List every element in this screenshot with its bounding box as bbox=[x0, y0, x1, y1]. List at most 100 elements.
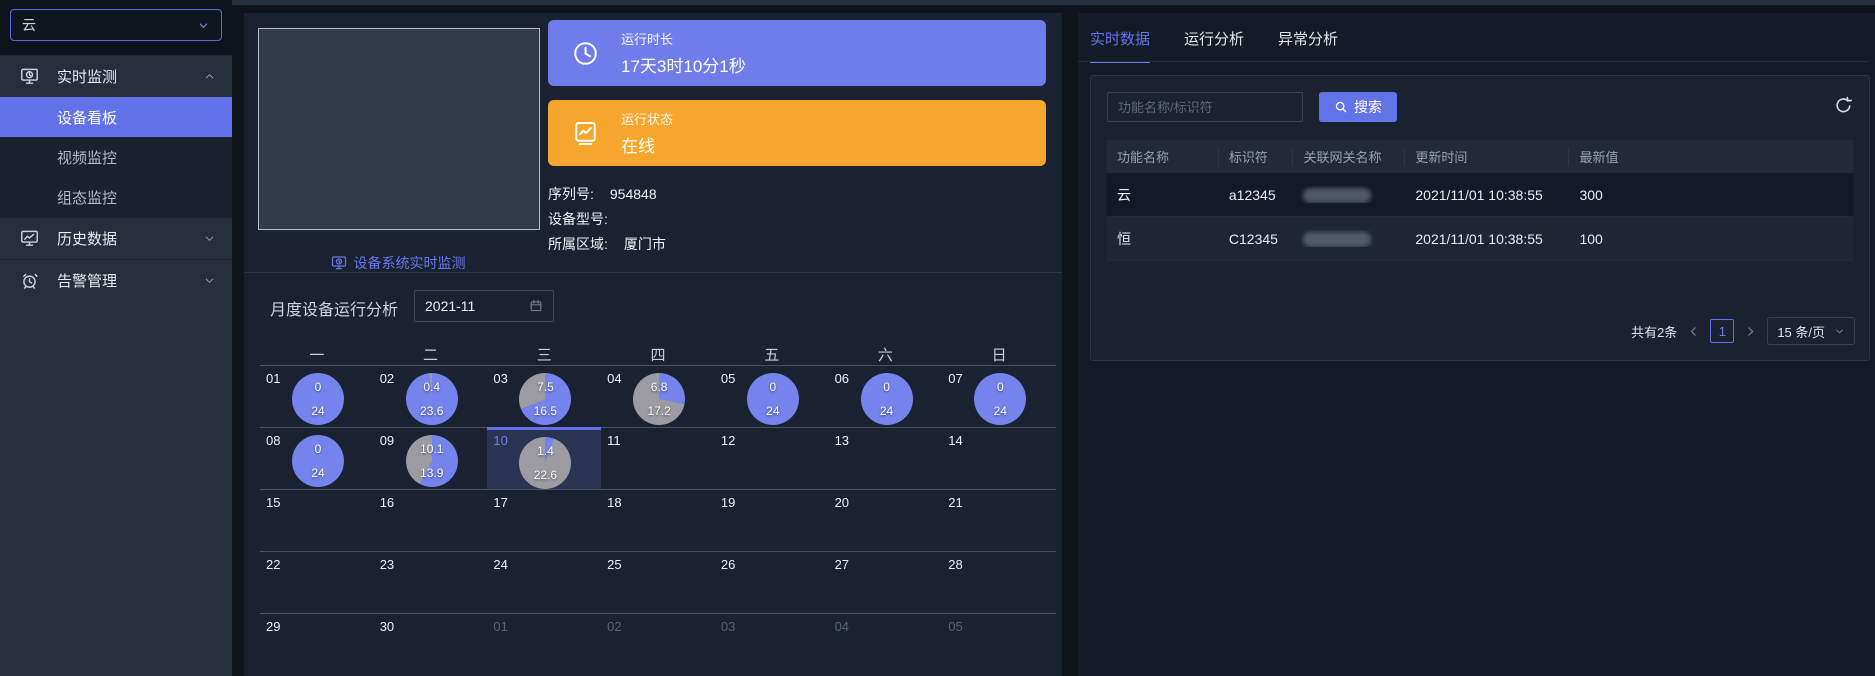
calendar-day-cell[interactable]: 15 bbox=[260, 489, 374, 551]
device-select[interactable]: 云 bbox=[10, 9, 222, 41]
calendar-day-cell[interactable]: 25 bbox=[601, 551, 715, 613]
calendar-day-cell[interactable]: 05024 bbox=[715, 365, 829, 427]
day-runtime-pie: 10.113.9 bbox=[406, 435, 458, 487]
table-row[interactable]: 云a123452021/11/01 10:38:55300 bbox=[1107, 173, 1853, 217]
refresh-icon[interactable] bbox=[1834, 96, 1853, 115]
cell-latest-value: 100 bbox=[1569, 231, 1853, 247]
pie-bottom-value: 23.6 bbox=[406, 393, 458, 417]
day-number: 28 bbox=[948, 557, 962, 572]
column-header: 最新值 bbox=[1569, 148, 1853, 166]
day-runtime-pie: 024 bbox=[747, 373, 799, 425]
calendar-day-cell[interactable]: 03 7.516.5 bbox=[487, 365, 601, 427]
calendar-day-cell[interactable]: 11 bbox=[601, 427, 715, 489]
pie-bottom-value: 16.5 bbox=[519, 393, 571, 417]
calendar-day-cell[interactable]: 21 bbox=[942, 489, 1056, 551]
weekday-label: 二 bbox=[374, 344, 488, 365]
chevron-up-icon bbox=[203, 70, 216, 83]
sidebar-menu: 实时监测设备看板视频监控组态监控历史数据告警管理 bbox=[0, 55, 232, 301]
tab-operation-analysis[interactable]: 运行分析 bbox=[1184, 28, 1244, 63]
calendar-day-cell[interactable]: 13 bbox=[829, 427, 943, 489]
device-info: 序列号:954848设备型号:所属区域:厦门市 bbox=[548, 181, 666, 256]
calendar-day-cell[interactable]: 01024 bbox=[260, 365, 374, 427]
day-number: 03 bbox=[493, 371, 507, 386]
page-size-select[interactable]: 15 条/页 bbox=[1767, 317, 1855, 345]
calendar-day-cell[interactable]: 22 bbox=[260, 551, 374, 613]
tab-anomaly-analysis[interactable]: 异常分析 bbox=[1278, 28, 1338, 63]
calendar-day-cell[interactable]: 24 bbox=[487, 551, 601, 613]
info-line-device-model: 设备型号: bbox=[548, 206, 666, 231]
pie-top-value: 0 bbox=[292, 373, 344, 393]
calendar-day-cell[interactable]: 29 bbox=[260, 613, 374, 675]
day-runtime-pie: 0.423.6 bbox=[406, 373, 458, 425]
monitor-clock-icon bbox=[20, 67, 39, 86]
calendar-day-cell[interactable]: 16 bbox=[374, 489, 488, 551]
sidebar-subitem-video-monitoring[interactable]: 视频监控 bbox=[0, 137, 232, 177]
sidebar-item-history-data[interactable]: 历史数据 bbox=[0, 217, 232, 259]
sidebar-item-label: 实时监测 bbox=[57, 66, 203, 87]
pie-bottom-value: 24 bbox=[292, 393, 344, 417]
calendar-day-cell[interactable]: 020.423.6 bbox=[374, 365, 488, 427]
calendar-day-cell[interactable]: 28 bbox=[942, 551, 1056, 613]
page-number[interactable]: 1 bbox=[1710, 319, 1734, 343]
calendar-day-cell[interactable]: 02 bbox=[601, 613, 715, 675]
calendar-day-cell[interactable]: 04 bbox=[829, 613, 943, 675]
calendar-day-cell[interactable]: 06024 bbox=[829, 365, 943, 427]
month-picker[interactable]: 2021-11 bbox=[414, 290, 554, 322]
day-runtime-pie: 7.516.5 bbox=[519, 373, 571, 425]
day-runtime-pie: 6.817.2 bbox=[633, 373, 685, 425]
calendar-day-cell[interactable]: 05 bbox=[942, 613, 1056, 675]
calendar-day-cell[interactable]: 01 bbox=[487, 613, 601, 675]
calendar-day-cell[interactable]: 26 bbox=[715, 551, 829, 613]
calendar-day-cell[interactable]: 30 bbox=[374, 613, 488, 675]
search-button-label: 搜索 bbox=[1354, 97, 1382, 117]
sidebar-subitem-scada-monitoring[interactable]: 组态监控 bbox=[0, 177, 232, 217]
status-text: 运行状态 在线 bbox=[621, 109, 673, 157]
sidebar-item-alarm-management[interactable]: 告警管理 bbox=[0, 259, 232, 301]
pie-bottom-value: 24 bbox=[861, 393, 913, 417]
day-number: 20 bbox=[835, 495, 849, 510]
calendar-day-cell[interactable]: 23 bbox=[374, 551, 488, 613]
calendar-day-cell[interactable]: 046.817.2 bbox=[601, 365, 715, 427]
calendar-day-cell[interactable]: 101.422.6 bbox=[487, 427, 601, 489]
tab-divider bbox=[1078, 61, 1869, 62]
calendar-day-cell[interactable]: 0910.113.9 bbox=[374, 427, 488, 489]
cell-latest-value: 300 bbox=[1569, 187, 1853, 203]
sidebar-item-realtime-monitoring[interactable]: 实时监测 bbox=[0, 55, 232, 97]
day-number: 17 bbox=[493, 495, 507, 510]
calendar-day-cell[interactable]: 27 bbox=[829, 551, 943, 613]
status-label: 运行状态 bbox=[621, 109, 673, 128]
device-system-monitor-link[interactable]: 设备系统实时监测 bbox=[258, 253, 538, 273]
search-button[interactable]: 搜索 bbox=[1319, 92, 1397, 122]
calendar-day-cell[interactable]: 08024 bbox=[260, 427, 374, 489]
calendar-day-cell[interactable]: 19 bbox=[715, 489, 829, 551]
column-header: 更新时间 bbox=[1405, 148, 1569, 166]
calendar-day-cell[interactable]: 07024 bbox=[942, 365, 1056, 427]
calendar-day-cell[interactable]: 20 bbox=[829, 489, 943, 551]
prev-page-icon[interactable] bbox=[1687, 325, 1700, 338]
next-page-icon[interactable] bbox=[1744, 325, 1757, 338]
pie-bottom-value: 24 bbox=[974, 393, 1026, 417]
info-line-region: 所属区域: 厦门市 bbox=[548, 231, 666, 256]
day-number: 21 bbox=[948, 495, 962, 510]
calendar-day-cell[interactable]: 18 bbox=[601, 489, 715, 551]
cell-identifier: C12345 bbox=[1219, 231, 1294, 247]
cell-function-name: 恒 bbox=[1107, 229, 1219, 249]
region-label: 所属区域: bbox=[548, 234, 608, 254]
calendar-day-cell[interactable]: 14 bbox=[942, 427, 1056, 489]
calendar-day-cell[interactable]: 17 bbox=[487, 489, 601, 551]
region-value: 厦门市 bbox=[624, 234, 666, 254]
table-row[interactable]: 恒C123452021/11/01 10:38:55100 bbox=[1107, 217, 1853, 261]
day-number: 22 bbox=[266, 557, 280, 572]
sidebar-subitem-device-board[interactable]: 设备看板 bbox=[0, 97, 232, 137]
day-number: 16 bbox=[380, 495, 394, 510]
tab-realtime-data[interactable]: 实时数据 bbox=[1090, 28, 1150, 63]
cell-gateway-name bbox=[1293, 186, 1405, 203]
calendar-day-cell[interactable]: 12 bbox=[715, 427, 829, 489]
gateway-name-redacted bbox=[1303, 232, 1371, 247]
pie-top-value: 10.1 bbox=[406, 435, 458, 455]
day-number: 25 bbox=[607, 557, 621, 572]
day-number: 08 bbox=[266, 433, 280, 448]
search-input[interactable] bbox=[1107, 92, 1303, 122]
day-number: 10 bbox=[493, 433, 507, 448]
calendar-day-cell[interactable]: 03 bbox=[715, 613, 829, 675]
